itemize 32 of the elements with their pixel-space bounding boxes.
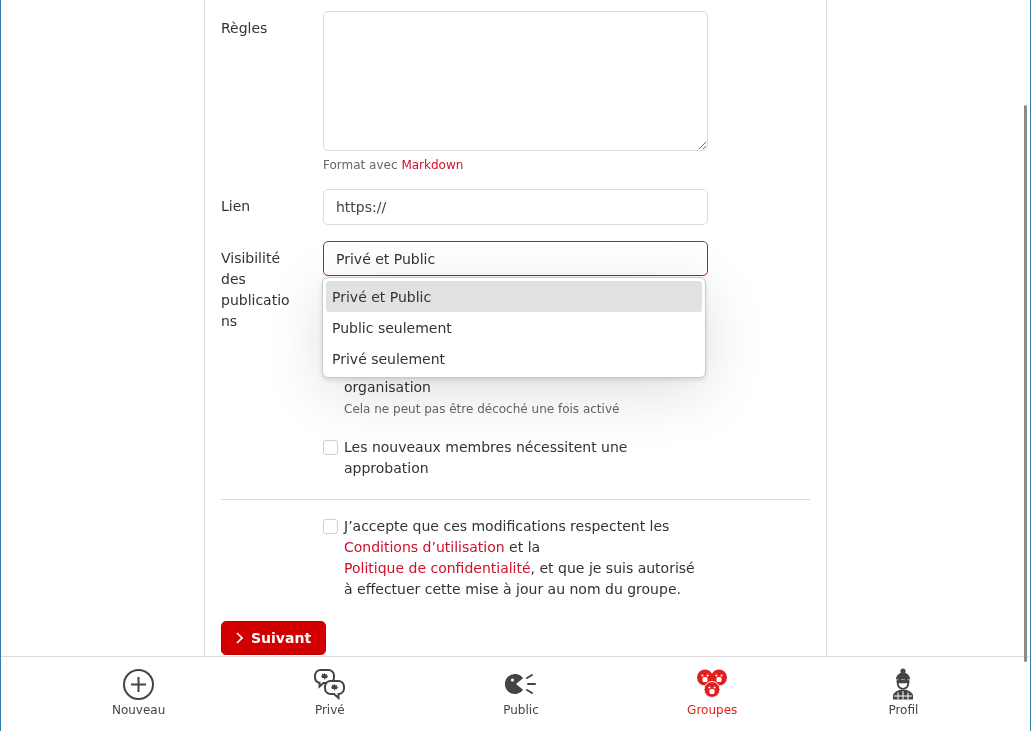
- listbox-option[interactable]: Privé et Public: [326, 281, 702, 312]
- listbox-option[interactable]: Public seulement: [326, 312, 702, 343]
- rules-textarea[interactable]: [323, 11, 708, 151]
- listbox-option[interactable]: Privé seulement: [326, 343, 702, 374]
- nav-item[interactable]: Groupes: [681, 668, 744, 717]
- format-hint: Format avec Markdown: [323, 157, 464, 173]
- nav-item[interactable]: Profil: [882, 668, 925, 717]
- checkbox[interactable]: [323, 440, 338, 455]
- nav-item[interactable]: Public: [497, 668, 545, 717]
- shouting-head-icon: [505, 673, 537, 695]
- checkbox-label: organisation: [344, 378, 431, 397]
- person-icon: [892, 668, 915, 700]
- scrollbar-thumb[interactable]: [1024, 105, 1027, 662]
- next-button[interactable]: Suivant: [221, 621, 327, 655]
- speech-bubbles-icon: [314, 668, 346, 700]
- chevron-right-icon: [236, 632, 243, 644]
- checkbox[interactable]: [323, 519, 338, 534]
- checkbox-label: Les nouveaux membres nécessitent une approbation: [344, 438, 629, 478]
- nav-item[interactable]: Nouveau: [105, 668, 172, 717]
- field-label: Lien: [221, 197, 252, 216]
- policy-link[interactable]: Politique de confidentialité: [344, 560, 531, 576]
- link-input[interactable]: https://: [323, 189, 708, 225]
- plus-circle-icon: [123, 668, 155, 700]
- option-hint: Cela ne peut pas être décoché une fois activé: [344, 401, 620, 418]
- nav-item[interactable]: Privé: [308, 668, 352, 717]
- agreement-text: J’accepte que ces modifications respectent les Conditions d’utilisation et la Politique de confidentialité, et que je suis autorisé à effectuer cette mise à jour au nom du groupe.: [344, 517, 696, 599]
- markdown-link[interactable]: Markdown: [401, 158, 464, 172]
- policy-link[interactable]: Conditions d’utilisation: [344, 539, 505, 555]
- field-label: Règles: [221, 19, 269, 38]
- visibility-select[interactable]: Privé et Public: [323, 241, 708, 276]
- three-faces-icon: [696, 669, 729, 699]
- field-label: Visibilité des publications: [221, 249, 291, 331]
